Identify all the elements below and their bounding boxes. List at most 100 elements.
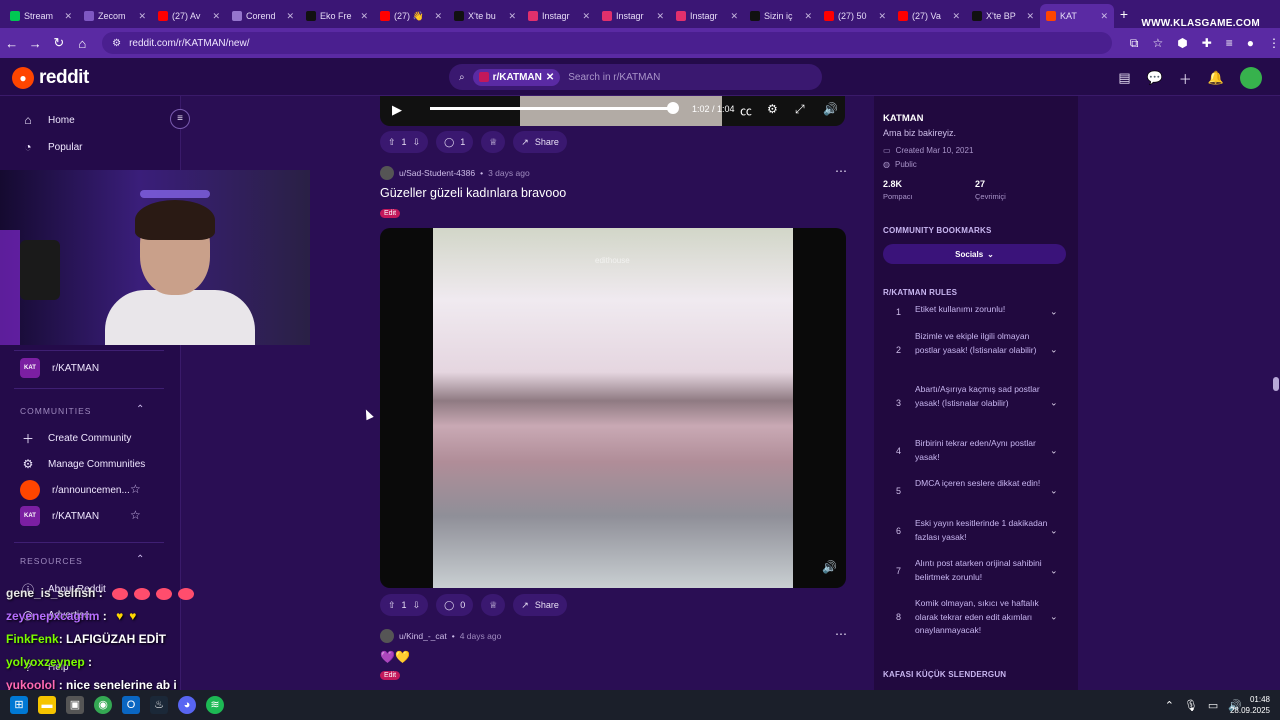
tab-close-icon[interactable]: ✕: [804, 11, 812, 22]
create-post-icon[interactable]: ＋: [1179, 69, 1192, 88]
browser-tab[interactable]: X'te BP ✕: [966, 4, 1040, 28]
store-icon[interactable]: ▣: [66, 696, 84, 714]
install-icon[interactable]: ⧉: [1130, 36, 1139, 51]
discord-icon[interactable]: ◕: [178, 696, 196, 714]
tab-close-icon[interactable]: ✕: [360, 11, 368, 22]
tab-close-icon[interactable]: ✕: [952, 11, 960, 22]
tab-close-icon[interactable]: ✕: [138, 11, 146, 22]
communities-section-label[interactable]: COMMUNITIES: [20, 406, 91, 416]
profile-icon[interactable]: ●: [1247, 36, 1254, 51]
browser-tab[interactable]: Instagr ✕: [522, 4, 596, 28]
tab-close-icon[interactable]: ✕: [508, 11, 516, 22]
browser-tab[interactable]: Corend ✕: [226, 4, 300, 28]
post-author[interactable]: u/Sad-Student-4386: [399, 168, 475, 178]
post-overflow-menu-icon[interactable]: ⋯: [835, 627, 847, 641]
nav-home[interactable]: ⌂ Home: [20, 113, 74, 127]
downvote-icon[interactable]: ⇩: [413, 600, 421, 611]
extension-icon[interactable]: ⬢: [1177, 36, 1187, 51]
share-button[interactable]: ↗ Share: [513, 594, 567, 616]
socials-button[interactable]: Socials ⌄: [883, 244, 1066, 264]
post-flair[interactable]: Edit: [380, 671, 401, 680]
network-icon[interactable]: ▭: [1208, 699, 1218, 712]
volume-icon[interactable]: 🔊: [822, 560, 837, 574]
chevron-up-icon[interactable]: ⌃: [136, 554, 144, 565]
chevron-down-icon[interactable]: ⌄: [1050, 446, 1058, 457]
video-progress-handle[interactable]: [667, 102, 679, 114]
tab-close-icon[interactable]: ✕: [434, 11, 442, 22]
chat-icon[interactable]: 💬: [1147, 70, 1163, 86]
rule-item[interactable]: 8 Komik olmayan, sıkıcı ve haftalık olara…: [883, 597, 1068, 637]
resources-section-label[interactable]: RESOURCES: [20, 556, 83, 566]
create-community-button[interactable]: ＋ Create Community: [20, 430, 131, 447]
fullscreen-icon[interactable]: ⤢: [795, 102, 805, 117]
post-overflow-menu-icon[interactable]: ⋯: [835, 164, 847, 178]
search-bar[interactable]: ⌕ r/KATMAN ✕ Search in r/KATMAN: [449, 64, 822, 90]
community-katman[interactable]: KAT r/KATMAN: [20, 506, 99, 526]
mic-icon[interactable]: 🎙: [1184, 699, 1198, 712]
video-progress-track[interactable]: [430, 107, 673, 110]
browser-tab[interactable]: Instagr ✕: [670, 4, 744, 28]
browser-tab[interactable]: Instagr ✕: [596, 4, 670, 28]
community-search-chip[interactable]: r/KATMAN ✕: [472, 68, 561, 86]
downvote-icon[interactable]: ⇩: [413, 137, 421, 148]
reddit-logo[interactable]: ● reddit: [12, 67, 89, 89]
tab-close-icon[interactable]: ✕: [582, 11, 590, 22]
site-info-icon[interactable]: ⚙: [112, 38, 121, 49]
sidebar-toggle-button[interactable]: ≡: [170, 109, 190, 129]
outlook-icon[interactable]: O: [122, 696, 140, 714]
chevron-down-icon[interactable]: ⌄: [1050, 612, 1058, 623]
chevron-down-icon[interactable]: ⌄: [1050, 486, 1058, 497]
tab-close-icon[interactable]: ✕: [730, 11, 738, 22]
rule-item[interactable]: 2 Bizimle ve ekiple ilgili olmayan postla…: [883, 330, 1068, 370]
spotify-icon[interactable]: ≋: [206, 696, 224, 714]
taskbar-clock[interactable]: 01:48 28.09.2025: [1230, 694, 1270, 716]
windows-start-icon[interactable]: ⊞: [10, 696, 28, 714]
home-icon[interactable]: ⌂: [71, 36, 95, 51]
new-tab-button[interactable]: +: [1114, 6, 1134, 22]
volume-icon[interactable]: 🔊: [823, 102, 838, 116]
chevron-up-icon[interactable]: ⌃: [136, 404, 144, 415]
nav-popular[interactable]: ◔ Popular: [20, 140, 82, 154]
user-avatar[interactable]: [1240, 67, 1262, 89]
share-button[interactable]: ↗ Share: [513, 131, 567, 153]
post-title[interactable]: 💜💛: [380, 650, 410, 664]
settings-gear-icon[interactable]: ⚙: [767, 102, 778, 116]
post-author[interactable]: u/Kind_-_cat: [399, 631, 447, 641]
chip-close-icon[interactable]: ✕: [546, 72, 554, 83]
browser-tab[interactable]: (27) Va ✕: [892, 4, 966, 28]
chevron-up-icon[interactable]: ⌃: [1165, 699, 1174, 712]
post-title[interactable]: Güzeller güzeli kadınlara bravooo: [380, 186, 566, 200]
chevron-down-icon[interactable]: ⌄: [1050, 566, 1058, 577]
page-scrollbar[interactable]: [1272, 96, 1280, 690]
browser-tab[interactable]: (27) Av ✕: [152, 4, 226, 28]
browser-tab[interactable]: Eko Fre ✕: [300, 4, 374, 28]
community-announcements[interactable]: r/announcemen...: [20, 480, 130, 500]
forward-icon[interactable]: →: [24, 36, 48, 51]
browser-tab[interactable]: KAT ✕: [1040, 4, 1114, 28]
chevron-down-icon[interactable]: ⌄: [1050, 526, 1058, 537]
browser-tab[interactable]: Stream ✕: [4, 4, 78, 28]
rule-item[interactable]: 5 DMCA içeren seslere dikkat edin! ⌄: [883, 477, 1068, 505]
rule-item[interactable]: 3 Abartı/Aşırıya kaçmış sad postlar yasak…: [883, 383, 1068, 423]
comments-button[interactable]: ◯ 1: [436, 131, 474, 153]
post-video[interactable]: edithouse 🔊: [380, 228, 846, 588]
tab-close-icon[interactable]: ✕: [1026, 11, 1034, 22]
favorite-star-icon[interactable]: ☆: [130, 508, 141, 522]
play-icon[interactable]: ▶: [392, 102, 402, 118]
puzzle-icon[interactable]: ✚: [1202, 36, 1212, 51]
tab-close-icon[interactable]: ✕: [212, 11, 220, 22]
url-field[interactable]: ⚙ reddit.com/r/KATMAN/new/: [102, 32, 1112, 54]
rule-item[interactable]: 4 Birbirini tekrar eden/Aynı postlar yasa…: [883, 437, 1068, 465]
notification-bell-icon[interactable]: 🔔: [1208, 70, 1224, 86]
search-input[interactable]: Search in r/KATMAN: [568, 72, 660, 83]
chrome-icon[interactable]: ◉: [94, 696, 112, 714]
advertise-icon[interactable]: ▤: [1118, 70, 1130, 86]
back-icon[interactable]: ←: [0, 36, 24, 51]
tab-close-icon[interactable]: ✕: [656, 11, 664, 22]
post-flair[interactable]: Edit: [380, 209, 401, 218]
award-button[interactable]: ♕: [481, 594, 506, 616]
tab-close-icon[interactable]: ✕: [1100, 11, 1108, 22]
tab-close-icon[interactable]: ✕: [286, 11, 294, 22]
browser-tab[interactable]: (27) 50 ✕: [818, 4, 892, 28]
favorite-star-icon[interactable]: ☆: [130, 482, 141, 496]
